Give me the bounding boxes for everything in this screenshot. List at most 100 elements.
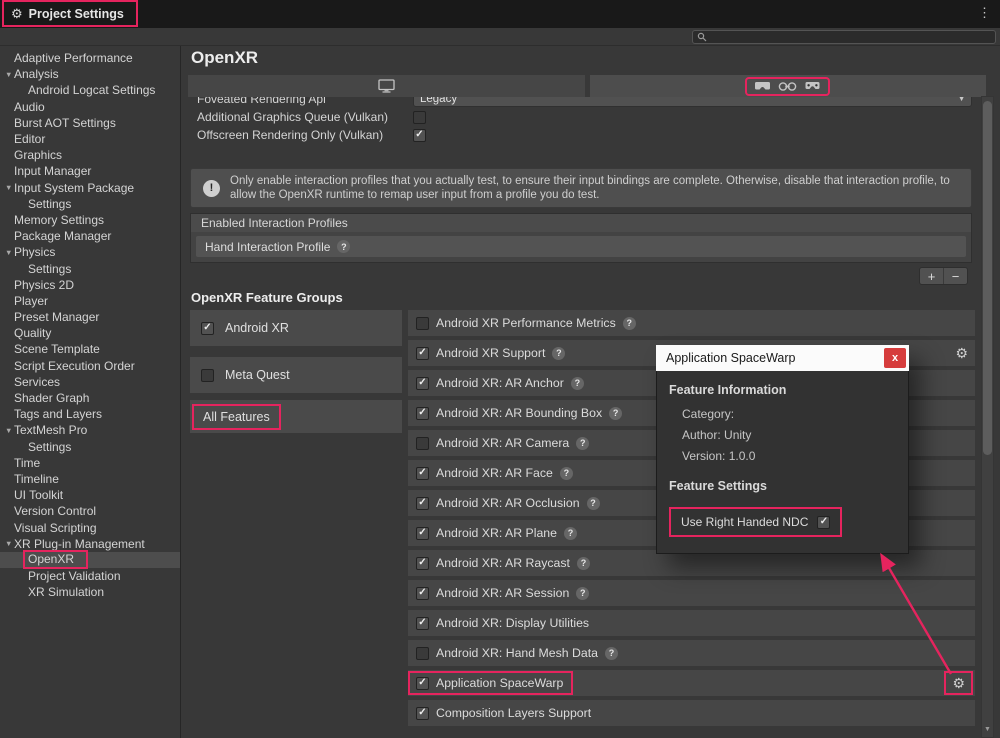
feature-row-android-xr-display-utilities[interactable]: ✓ Android XR: Display Utilities — [408, 610, 975, 636]
feature-checkbox[interactable]: ✓ — [416, 467, 429, 480]
foldout-arrow-icon[interactable]: ▼ — [0, 427, 14, 435]
sidebar-item-graphics[interactable]: Graphics — [0, 147, 180, 163]
sidebar-item-burst-aot-settings[interactable]: Burst AOT Settings — [0, 115, 180, 131]
hand-interaction-profile-row[interactable]: Hand Interaction Profile ? — [196, 236, 966, 257]
foldout-arrow-icon[interactable]: ▼ — [0, 184, 14, 192]
tab-xr-devices[interactable] — [590, 75, 987, 97]
sidebar-item-settings[interactable]: Settings — [0, 439, 180, 455]
sidebar-item-version-control[interactable]: Version Control — [0, 503, 180, 519]
sidebar-item-xr-plug-in-management[interactable]: ▼XR Plug-in Management — [0, 536, 180, 552]
feature-main: ✓Android XR: AR Face? — [416, 466, 573, 480]
sidebar-item-services[interactable]: Services — [0, 374, 180, 390]
sidebar-item-time[interactable]: Time — [0, 455, 180, 471]
help-icon[interactable]: ? — [609, 407, 622, 420]
feature-row-android-xr-hand-mesh-data[interactable]: Android XR: Hand Mesh Data? — [408, 640, 975, 666]
sidebar-item-physics[interactable]: ▼Physics — [0, 244, 180, 260]
help-icon[interactable]: ? — [576, 437, 589, 450]
feature-label: Android XR: Display Utilities — [436, 616, 589, 630]
sidebar-item-ui-toolkit[interactable]: UI Toolkit — [0, 487, 180, 503]
feature-checkbox[interactable]: ✓ — [416, 497, 429, 510]
feature-group-meta-quest[interactable]: Meta Quest — [190, 357, 402, 393]
feature-group-checkbox[interactable] — [201, 369, 214, 382]
sidebar-item-quality[interactable]: Quality — [0, 325, 180, 341]
all-features-row[interactable]: All Features — [190, 400, 402, 433]
sidebar-item-script-execution-order[interactable]: Script Execution Order — [0, 358, 180, 374]
feature-group-android-xr[interactable]: ✓Android XR — [190, 310, 402, 346]
feature-checkbox[interactable]: ✓ — [416, 677, 429, 690]
feature-main: ✓ Android XR: Display Utilities — [416, 616, 589, 630]
sidebar-item-editor[interactable]: Editor — [0, 131, 180, 147]
sidebar-item-settings[interactable]: Settings — [0, 196, 180, 212]
foldout-arrow-icon[interactable]: ▼ — [0, 249, 14, 257]
sidebar-item-visual-scripting[interactable]: Visual Scripting — [0, 519, 180, 535]
help-icon[interactable]: ? — [571, 377, 584, 390]
foldout-arrow-icon[interactable]: ▼ — [0, 540, 14, 548]
popup-close-button[interactable]: x — [884, 348, 906, 368]
sidebar-item-shader-graph[interactable]: Shader Graph — [0, 390, 180, 406]
sidebar-item-scene-template[interactable]: Scene Template — [0, 341, 180, 357]
help-icon[interactable]: ? — [564, 527, 577, 540]
sidebar-item-tags-and-layers[interactable]: Tags and Layers — [0, 406, 180, 422]
feature-settings-gear-icon[interactable]: ⚙ — [946, 673, 971, 693]
scrollbar-thumb[interactable] — [983, 101, 992, 455]
additional-graphics-queue-row: Additional Graphics Queue (Vulkan) — [182, 108, 980, 126]
offscreen-rendering-checkbox[interactable]: ✓ — [413, 129, 426, 142]
sidebar-item-xr-simulation[interactable]: XR Simulation — [0, 584, 180, 600]
search-input[interactable] — [692, 30, 996, 44]
scroll-down-arrow-icon[interactable]: ▼ — [982, 723, 993, 736]
feature-checkbox[interactable] — [416, 647, 429, 660]
feature-row-android-xr-ar-session[interactable]: ✓Android XR: AR Session? — [408, 580, 975, 606]
sidebar-item-analysis[interactable]: ▼Analysis — [0, 66, 180, 82]
sidebar-item-textmesh-pro[interactable]: ▼TextMesh Pro — [0, 422, 180, 438]
help-icon[interactable]: ? — [577, 557, 590, 570]
help-icon[interactable]: ? — [337, 240, 350, 253]
help-icon[interactable]: ? — [576, 587, 589, 600]
feature-checkbox[interactable]: ✓ — [416, 527, 429, 540]
popup-titlebar[interactable]: Application SpaceWarp x — [656, 345, 909, 371]
tab-desktop[interactable] — [188, 75, 585, 97]
sidebar-item-player[interactable]: Player — [0, 293, 180, 309]
feature-checkbox[interactable] — [416, 437, 429, 450]
sidebar-item-settings[interactable]: Settings — [0, 260, 180, 276]
help-icon[interactable]: ? — [623, 317, 636, 330]
sidebar-item-physics-2d[interactable]: Physics 2D — [0, 277, 180, 293]
feature-checkbox[interactable]: ✓ — [416, 407, 429, 420]
kebab-menu-icon[interactable]: ⋮ — [978, 6, 991, 19]
feature-checkbox[interactable]: ✓ — [416, 347, 429, 360]
feature-group-checkbox[interactable]: ✓ — [201, 322, 214, 335]
help-icon[interactable]: ? — [605, 647, 618, 660]
feature-checkbox[interactable]: ✓ — [416, 557, 429, 570]
additional-graphics-queue-checkbox[interactable] — [413, 111, 426, 124]
help-icon[interactable]: ? — [560, 467, 573, 480]
sidebar-item-input-system-package[interactable]: ▼Input System Package — [0, 180, 180, 196]
ndc-checkbox[interactable]: ✓ — [817, 516, 830, 529]
feature-checkbox[interactable]: ✓ — [416, 707, 429, 720]
sidebar-item-package-manager[interactable]: Package Manager — [0, 228, 180, 244]
vertical-scrollbar[interactable]: ▼ — [981, 96, 994, 738]
profile-add-remove-buttons: + − — [919, 267, 968, 285]
sidebar-item-audio[interactable]: Audio — [0, 99, 180, 115]
feature-row-application-spacewarp[interactable]: ✓Application SpaceWarp⚙ — [408, 670, 975, 696]
feature-checkbox[interactable]: ✓ — [416, 377, 429, 390]
sidebar-item-memory-settings[interactable]: Memory Settings — [0, 212, 180, 228]
add-profile-button[interactable]: + — [920, 268, 943, 284]
sidebar-item-timeline[interactable]: Timeline — [0, 471, 180, 487]
sidebar-item-label: TextMesh Pro — [14, 423, 87, 437]
sidebar-item-adaptive-performance[interactable]: Adaptive Performance — [0, 50, 180, 66]
feature-settings-gear-icon[interactable]: ⚙ — [955, 346, 968, 360]
feature-checkbox[interactable] — [416, 317, 429, 330]
feature-row-android-xr-performance-metrics[interactable]: Android XR Performance Metrics? — [408, 310, 975, 336]
feature-row-composition-layers-support[interactable]: ✓Composition Layers Support — [408, 700, 975, 726]
sidebar-item-preset-manager[interactable]: Preset Manager — [0, 309, 180, 325]
sidebar-item-openxr[interactable]: OpenXR — [0, 552, 180, 568]
foldout-arrow-icon[interactable]: ▼ — [0, 71, 14, 79]
sidebar-item-input-manager[interactable]: Input Manager — [0, 163, 180, 179]
remove-profile-button[interactable]: − — [944, 268, 967, 284]
sidebar-item-project-validation[interactable]: Project Validation — [0, 568, 180, 584]
help-icon[interactable]: ? — [552, 347, 565, 360]
foveated-rendering-dropdown[interactable]: Legacy ▼ — [413, 97, 972, 107]
sidebar-item-android-logcat-settings[interactable]: Android Logcat Settings — [0, 82, 180, 98]
help-icon[interactable]: ? — [587, 497, 600, 510]
feature-checkbox[interactable]: ✓ — [416, 617, 429, 630]
feature-checkbox[interactable]: ✓ — [416, 587, 429, 600]
